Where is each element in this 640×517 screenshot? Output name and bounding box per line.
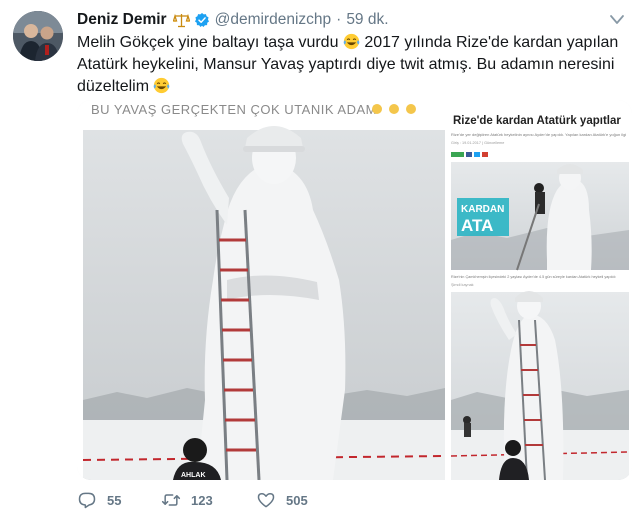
jacket-text: AHLAK — [181, 472, 206, 479]
scales-icon — [172, 13, 190, 27]
tweet-text-part-1: Melih Gökçek yine baltayı taşa vurdu — [77, 34, 343, 51]
display-name[interactable]: Deniz Demir — [77, 11, 167, 29]
reply-icon — [78, 492, 96, 509]
retweet-button[interactable]: 123 — [161, 490, 256, 510]
media-image: BU YAVAŞ GERÇEKTEN ÇOK UTANIK ADAM AHLAK… — [77, 100, 632, 480]
avatar-photo — [13, 11, 63, 61]
reply-button[interactable]: 55 — [77, 490, 161, 510]
reply-count: 55 — [107, 492, 122, 508]
separator-dot: · — [336, 11, 342, 28]
banner-line-1: KARDAN — [461, 204, 504, 215]
left-photo: AHLAK — [82, 126, 446, 480]
avatar[interactable] — [13, 11, 63, 61]
heart-icon — [257, 493, 275, 508]
laughing-tears-emoji-icon — [343, 33, 360, 50]
like-button[interactable]: 505 — [256, 490, 336, 510]
article-headline: Rize'de kardan Atatürk yapıtlar — [453, 115, 621, 127]
left-image-caption: BU YAVAŞ GERÇEKTEN ÇOK UTANIK ADAM — [91, 102, 416, 117]
svg-text:BU YAVAŞ GERÇEKTEN ÇOK UTANIK: BU YAVAŞ GERÇEKTEN ÇOK UTANIK ADAM — [91, 102, 377, 117]
timestamp[interactable]: 59 dk. — [346, 11, 388, 29]
article-byline: Şimdi kaynak — [451, 283, 474, 287]
like-count: 505 — [286, 492, 308, 508]
chevron-down-icon[interactable] — [609, 14, 625, 26]
tweet-actions: 55 123 505 — [77, 487, 336, 513]
tweet-header: Deniz Demir @demirdenizchp · 59 dk. — [77, 9, 389, 31]
retweet-count: 123 — [191, 492, 213, 508]
laughing-tears-emoji-icon — [154, 77, 170, 94]
article-meta: Giriş : 19.01.2017 | Güncelleme — [451, 141, 504, 145]
article-subheadline: Rize'de yer değiştiren Atatürk heykelini… — [451, 132, 626, 137]
tweet-text: Melih Gökçek yine baltayı taşa vurdu 201… — [77, 32, 629, 98]
banner-line-2: ATA — [461, 216, 493, 235]
article-photo-caption: Rize'nin Çamlıhemşin ilçesindeki 2 yayla… — [451, 275, 616, 279]
verified-badge-icon — [194, 13, 209, 27]
retweet-icon — [161, 494, 181, 506]
tweet: Deniz Demir @demirdenizchp · 59 dk. Meli… — [0, 0, 640, 517]
tweet-media[interactable]: BU YAVAŞ GERÇEKTEN ÇOK UTANIK ADAM AHLAK… — [77, 100, 632, 480]
user-handle[interactable]: @demirdenizchp — [215, 11, 332, 29]
right-article: Rize'de kardan Atatürk yapıtlar Rize'de … — [445, 115, 632, 480]
